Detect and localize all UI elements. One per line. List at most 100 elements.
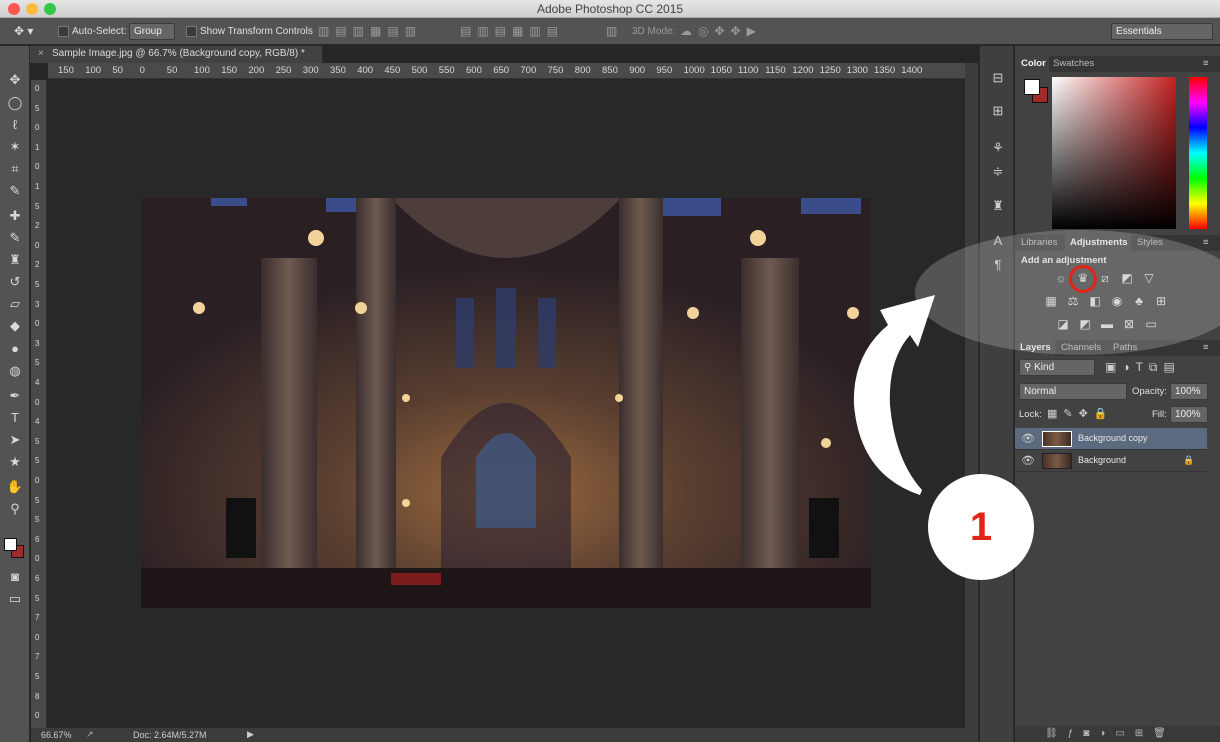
- visibility-eye-icon[interactable]: 👁: [1021, 454, 1035, 467]
- color-lookup-icon[interactable]: ⊞: [1153, 294, 1169, 308]
- eyedropper-tool-icon[interactable]: ✎: [5, 181, 25, 201]
- history-brush-tool-icon[interactable]: ↺: [5, 272, 25, 292]
- character-panel-icon[interactable]: A: [988, 231, 1008, 251]
- tab-styles[interactable]: Styles: [1137, 235, 1177, 251]
- shape-tool-icon[interactable]: ★: [5, 452, 25, 472]
- healing-brush-tool-icon[interactable]: ✚: [5, 206, 25, 226]
- layer-row[interactable]: 👁 Background copy: [1015, 428, 1207, 450]
- document-tab[interactable]: × Sample Image.jpg @ 66.7% (Background c…: [30, 46, 323, 63]
- crop-tool-icon[interactable]: ⌗: [5, 159, 25, 179]
- paragraph-panel-icon[interactable]: ¶: [988, 255, 1008, 275]
- status-menu-icon[interactable]: ▶: [247, 729, 254, 740]
- opacity-field[interactable]: 100%: [1170, 383, 1208, 400]
- history-panel-icon[interactable]: ⊟: [988, 68, 1008, 88]
- show-transform-checkbox[interactable]: [186, 26, 197, 37]
- lock-icons[interactable]: ▦✎✥🔒: [1047, 407, 1114, 420]
- brush-panel-icon[interactable]: ⚘: [988, 138, 1008, 158]
- distribute-icons[interactable]: ▤▥▤▦▥▤: [460, 24, 564, 38]
- invert-icon[interactable]: ◪: [1055, 317, 1071, 331]
- brush-tool-icon[interactable]: ✎: [5, 228, 25, 248]
- ruler-tick-label: 800: [574, 65, 591, 76]
- hue-slider[interactable]: [1189, 77, 1207, 229]
- blend-mode-dropdown[interactable]: Normal: [1019, 383, 1127, 400]
- quick-mask-icon[interactable]: ◙: [5, 567, 25, 587]
- color-field[interactable]: [1052, 77, 1176, 229]
- ruler-tick-label: 5: [35, 515, 40, 525]
- ruler-tick-label: 500: [411, 65, 428, 76]
- tab-channels[interactable]: Channels: [1061, 340, 1111, 356]
- black-white-icon[interactable]: ◧: [1087, 294, 1103, 308]
- exposure-icon[interactable]: ◩: [1119, 271, 1135, 285]
- layer-row[interactable]: 👁 Background 🔒: [1015, 450, 1207, 472]
- tab-paths[interactable]: Paths: [1113, 340, 1147, 356]
- ruler-tick-label: 6: [35, 534, 40, 544]
- hue-saturation-icon[interactable]: ▦: [1043, 294, 1059, 308]
- magic-wand-tool-icon[interactable]: ✶: [5, 137, 25, 157]
- tab-libraries[interactable]: Libraries: [1021, 235, 1069, 251]
- zoom-level[interactable]: 66.67%: [41, 730, 72, 740]
- color-balance-icon[interactable]: ⚖: [1065, 294, 1081, 308]
- photo-filter-icon[interactable]: ◉: [1109, 294, 1125, 308]
- layer-filter-dropdown[interactable]: ⚲ Kind: [1019, 359, 1095, 376]
- selective-color-icon[interactable]: ⊠: [1121, 317, 1137, 331]
- adjust-panel-icon[interactable]: ≑: [988, 162, 1008, 182]
- auto-align-icon[interactable]: ▥: [606, 24, 617, 38]
- auto-select-dropdown[interactable]: Group: [129, 23, 175, 40]
- tools-panel: ✥ ◯ ℓ ✶ ⌗ ✎ ✚ ✎ ♜ ↺ ▱ ◆ ● ◍ ✒ T ➤ ★ ✋ ⚲ …: [0, 46, 30, 742]
- pen-tool-icon[interactable]: ✒: [5, 386, 25, 406]
- move-tool-preset-icon[interactable]: ✥ ▾: [14, 24, 33, 38]
- levels-highlight-circle: [1069, 265, 1097, 293]
- layer-footer-icons[interactable]: ⛓ƒ◙◑▭⊞🗑: [1045, 728, 1176, 739]
- properties-panel-icon[interactable]: ⊞: [988, 101, 1008, 121]
- blur-tool-icon[interactable]: ●: [5, 339, 25, 359]
- ruler-tick-label: 0: [35, 84, 40, 93]
- export-icon[interactable]: ↗: [86, 729, 94, 740]
- foreground-color-swatch[interactable]: [4, 538, 17, 551]
- paint-bucket-tool-icon[interactable]: ◆: [5, 316, 25, 336]
- screen-mode-icon[interactable]: ▭: [5, 589, 25, 609]
- eraser-tool-icon[interactable]: ▱: [5, 294, 25, 314]
- brightness-contrast-icon[interactable]: ☼: [1053, 271, 1069, 285]
- marquee-tool-icon[interactable]: ◯: [5, 93, 25, 113]
- move-tool-icon[interactable]: ✥: [5, 70, 25, 90]
- ruler-tick-label: 4: [35, 417, 40, 427]
- curves-icon[interactable]: ⧄: [1097, 271, 1113, 285]
- ruler-tick-label: 1300: [846, 65, 868, 76]
- type-tool-icon[interactable]: T: [5, 408, 25, 428]
- layer-name: Background: [1078, 455, 1127, 465]
- layer-filter-icons[interactable]: ▣◑T⧉▤: [1105, 360, 1181, 375]
- layers-panel-menu-icon[interactable]: ≡: [1203, 340, 1209, 356]
- tab-layers[interactable]: Layers: [1015, 340, 1055, 356]
- channel-mixer-icon[interactable]: ♣: [1131, 294, 1147, 308]
- close-tab-icon[interactable]: ×: [38, 48, 44, 59]
- fill-field[interactable]: 100%: [1170, 406, 1208, 423]
- color-panel-menu-icon[interactable]: ≡: [1203, 56, 1209, 72]
- clone-source-icon[interactable]: ♜: [988, 196, 1008, 216]
- ruler-tick-label: 0: [35, 397, 40, 407]
- tab-adjustments[interactable]: Adjustments: [1065, 235, 1131, 251]
- vertical-scrollbar[interactable]: [965, 63, 978, 728]
- path-selection-tool-icon[interactable]: ➤: [5, 430, 25, 450]
- vibrance-icon[interactable]: ▽: [1141, 271, 1157, 285]
- right-panels: Color Swatches ≡ Libraries Adjustments S…: [1015, 46, 1220, 742]
- workspace-dropdown[interactable]: Essentials: [1111, 23, 1213, 40]
- tab-color[interactable]: Color: [1015, 56, 1049, 72]
- visibility-eye-icon[interactable]: 👁: [1021, 432, 1035, 445]
- ruler-tick-label: 2: [35, 221, 40, 231]
- clone-stamp-tool-icon[interactable]: ♜: [5, 250, 25, 270]
- hand-tool-icon[interactable]: ✋: [5, 477, 25, 497]
- 3d-mode-icons[interactable]: ☁◎✥✥▶: [680, 24, 762, 38]
- color-fg-swatch[interactable]: [1024, 79, 1040, 95]
- zoom-tool-icon[interactable]: ⚲: [5, 499, 25, 519]
- dodge-tool-icon[interactable]: ◍: [5, 361, 25, 381]
- gradient-map-icon[interactable]: ▭: [1143, 317, 1159, 331]
- adjustments-panel-menu-icon[interactable]: ≡: [1203, 235, 1209, 251]
- lasso-tool-icon[interactable]: ℓ: [5, 115, 25, 135]
- lock-label: Lock:: [1019, 409, 1042, 420]
- auto-select-checkbox[interactable]: [58, 26, 69, 37]
- ruler-tick-label: 5: [35, 103, 40, 113]
- posterize-icon[interactable]: ◩: [1077, 317, 1093, 331]
- threshold-icon[interactable]: ▬: [1099, 317, 1115, 331]
- align-icons[interactable]: ▥▤▥▦▤▥: [318, 24, 422, 38]
- tab-swatches[interactable]: Swatches: [1053, 56, 1103, 72]
